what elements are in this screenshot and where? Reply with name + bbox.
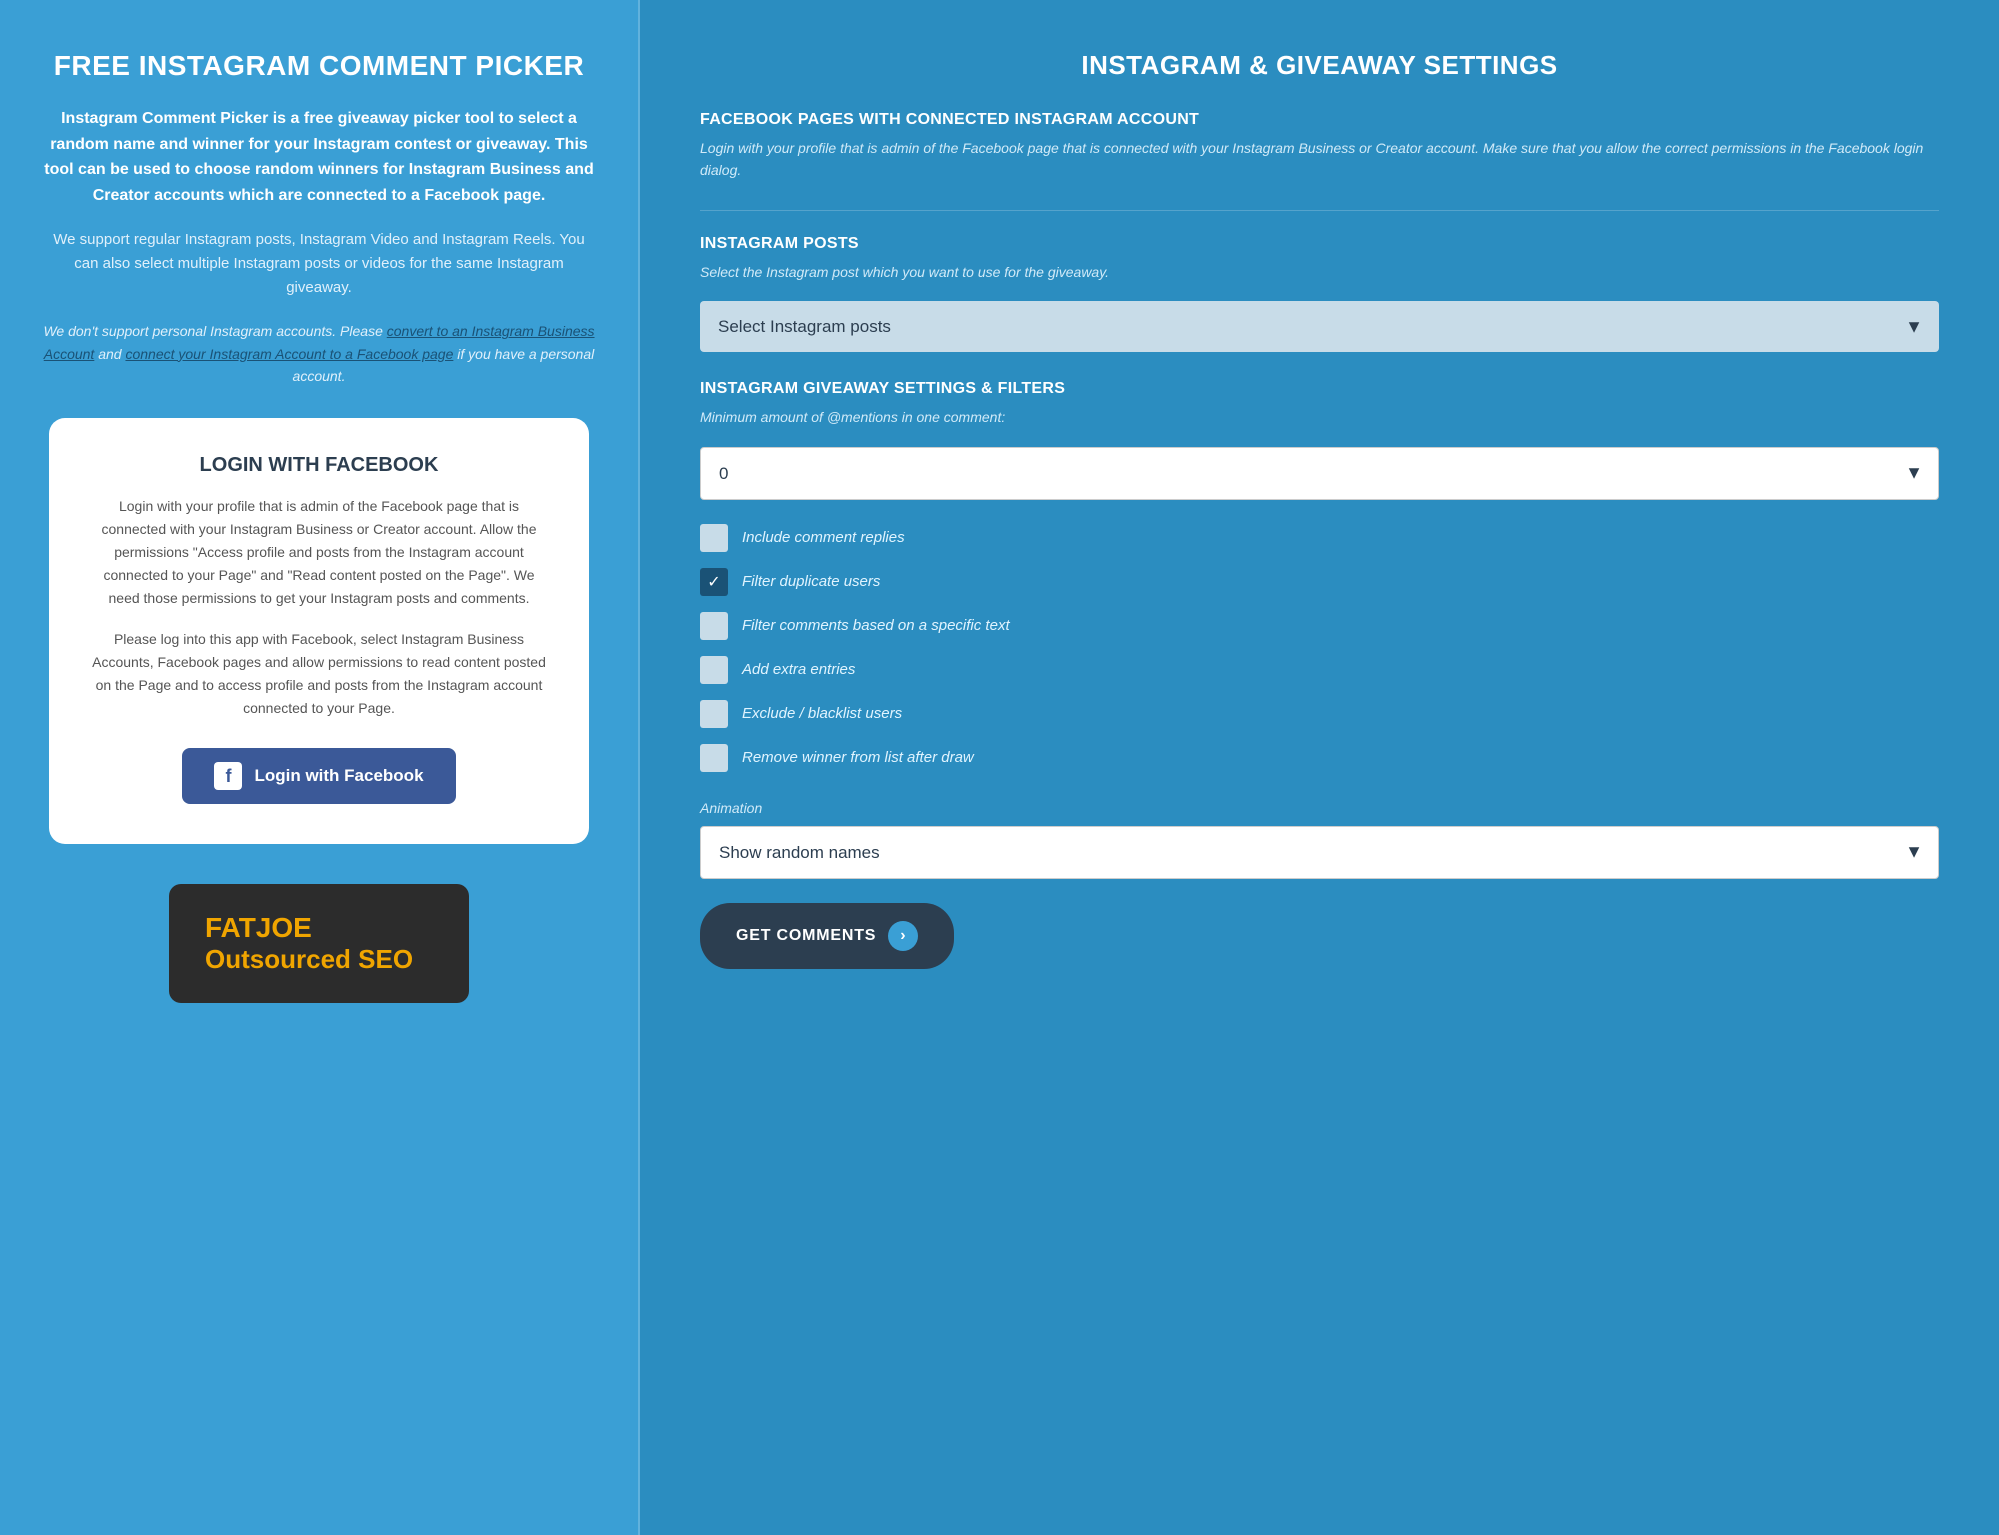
ad-card: FATJOE Outsourced SEO	[169, 884, 469, 1003]
checkbox-exclude-users[interactable]	[700, 700, 728, 728]
right-title: INSTAGRAM & GIVEAWAY SETTINGS	[700, 50, 1939, 81]
mentions-select[interactable]: 0 1 2	[700, 447, 1939, 500]
facebook-login-label: Login with Facebook	[254, 766, 423, 786]
checkbox-row-extra-entries: Add extra entries	[700, 656, 1939, 684]
facebook-pages-heading: FACEBOOK PAGES WITH CONNECTED INSTAGRAM …	[700, 111, 1939, 129]
instagram-posts-heading: INSTAGRAM POSTS	[700, 235, 1939, 253]
checkbox-row-filter-duplicates: ✓ Filter duplicate users	[700, 568, 1939, 596]
checkbox-filter-duplicates-label: Filter duplicate users	[742, 573, 880, 590]
note-middle: and	[94, 346, 125, 362]
login-card-title: LOGIN WITH FACEBOOK	[89, 454, 549, 477]
left-description-2: We support regular Instagram posts, Inst…	[40, 228, 598, 300]
ad-brand: FATJOE	[205, 912, 433, 944]
animation-dropdown-wrapper: Show random names No animation ▼	[700, 826, 1939, 879]
left-title: FREE INSTAGRAM COMMENT PICKER	[54, 50, 584, 82]
left-description: Instagram Comment Picker is a free givea…	[40, 106, 598, 208]
checkbox-exclude-users-label: Exclude / blacklist users	[742, 705, 902, 722]
login-card-text2: Please log into this app with Facebook, …	[89, 628, 549, 720]
facebook-pages-text: Login with your profile that is admin of…	[700, 137, 1939, 182]
mentions-label: Minimum amount of @mentions in one comme…	[700, 406, 1939, 428]
checkbox-extra-entries[interactable]	[700, 656, 728, 684]
connect-link[interactable]: connect your Instagram Account to a Face…	[125, 346, 453, 362]
giveaway-settings-heading: INSTAGRAM GIVEAWAY SETTINGS & FILTERS	[700, 380, 1939, 398]
ad-subtitle: Outsourced SEO	[205, 944, 433, 975]
instagram-posts-section: INSTAGRAM POSTS Select the Instagram pos…	[700, 235, 1939, 352]
instagram-posts-select[interactable]: Select Instagram posts	[700, 301, 1939, 352]
checkbox-filter-duplicates[interactable]: ✓	[700, 568, 728, 596]
get-comments-label: GET COMMENTS	[736, 927, 876, 945]
login-card: LOGIN WITH FACEBOOK Login with your prof…	[49, 418, 589, 845]
left-note: We don't support personal Instagram acco…	[40, 320, 598, 387]
checkbox-filter-text[interactable]	[700, 612, 728, 640]
divider-1	[700, 210, 1939, 211]
mentions-dropdown-wrapper: 0 1 2 ▼	[700, 447, 1939, 500]
giveaway-settings-section: INSTAGRAM GIVEAWAY SETTINGS & FILTERS Mi…	[700, 380, 1939, 771]
get-comments-button[interactable]: GET COMMENTS ›	[700, 903, 954, 969]
checkbox-include-replies[interactable]	[700, 524, 728, 552]
login-card-text1: Login with your profile that is admin of…	[89, 495, 549, 610]
checkbox-include-replies-label: Include comment replies	[742, 529, 905, 546]
instagram-posts-dropdown-wrapper: Select Instagram posts ▼	[700, 301, 1939, 352]
checkbox-remove-winner-label: Remove winner from list after draw	[742, 749, 974, 766]
checkbox-row-include-replies: Include comment replies	[700, 524, 1939, 552]
checkbox-row-filter-text: Filter comments based on a specific text	[700, 612, 1939, 640]
right-panel: INSTAGRAM & GIVEAWAY SETTINGS FACEBOOK P…	[640, 0, 1999, 1535]
facebook-pages-section: FACEBOOK PAGES WITH CONNECTED INSTAGRAM …	[700, 111, 1939, 182]
animation-section: Animation Show random names No animation…	[700, 800, 1939, 879]
animation-select[interactable]: Show random names No animation	[700, 826, 1939, 879]
checkbox-row-remove-winner: Remove winner from list after draw	[700, 744, 1939, 772]
instagram-posts-text: Select the Instagram post which you want…	[700, 261, 1939, 283]
checkbox-filter-text-label: Filter comments based on a specific text	[742, 617, 1010, 634]
animation-label: Animation	[700, 800, 1939, 816]
note-prefix: We don't support personal Instagram acco…	[43, 323, 386, 339]
facebook-login-button[interactable]: f Login with Facebook	[182, 748, 455, 804]
checkbox-row-exclude-users: Exclude / blacklist users	[700, 700, 1939, 728]
checkbox-extra-entries-label: Add extra entries	[742, 661, 855, 678]
checkbox-remove-winner[interactable]	[700, 744, 728, 772]
left-panel: FREE INSTAGRAM COMMENT PICKER Instagram …	[0, 0, 640, 1535]
get-comments-arrow-icon: ›	[888, 921, 918, 951]
facebook-icon: f	[214, 762, 242, 790]
